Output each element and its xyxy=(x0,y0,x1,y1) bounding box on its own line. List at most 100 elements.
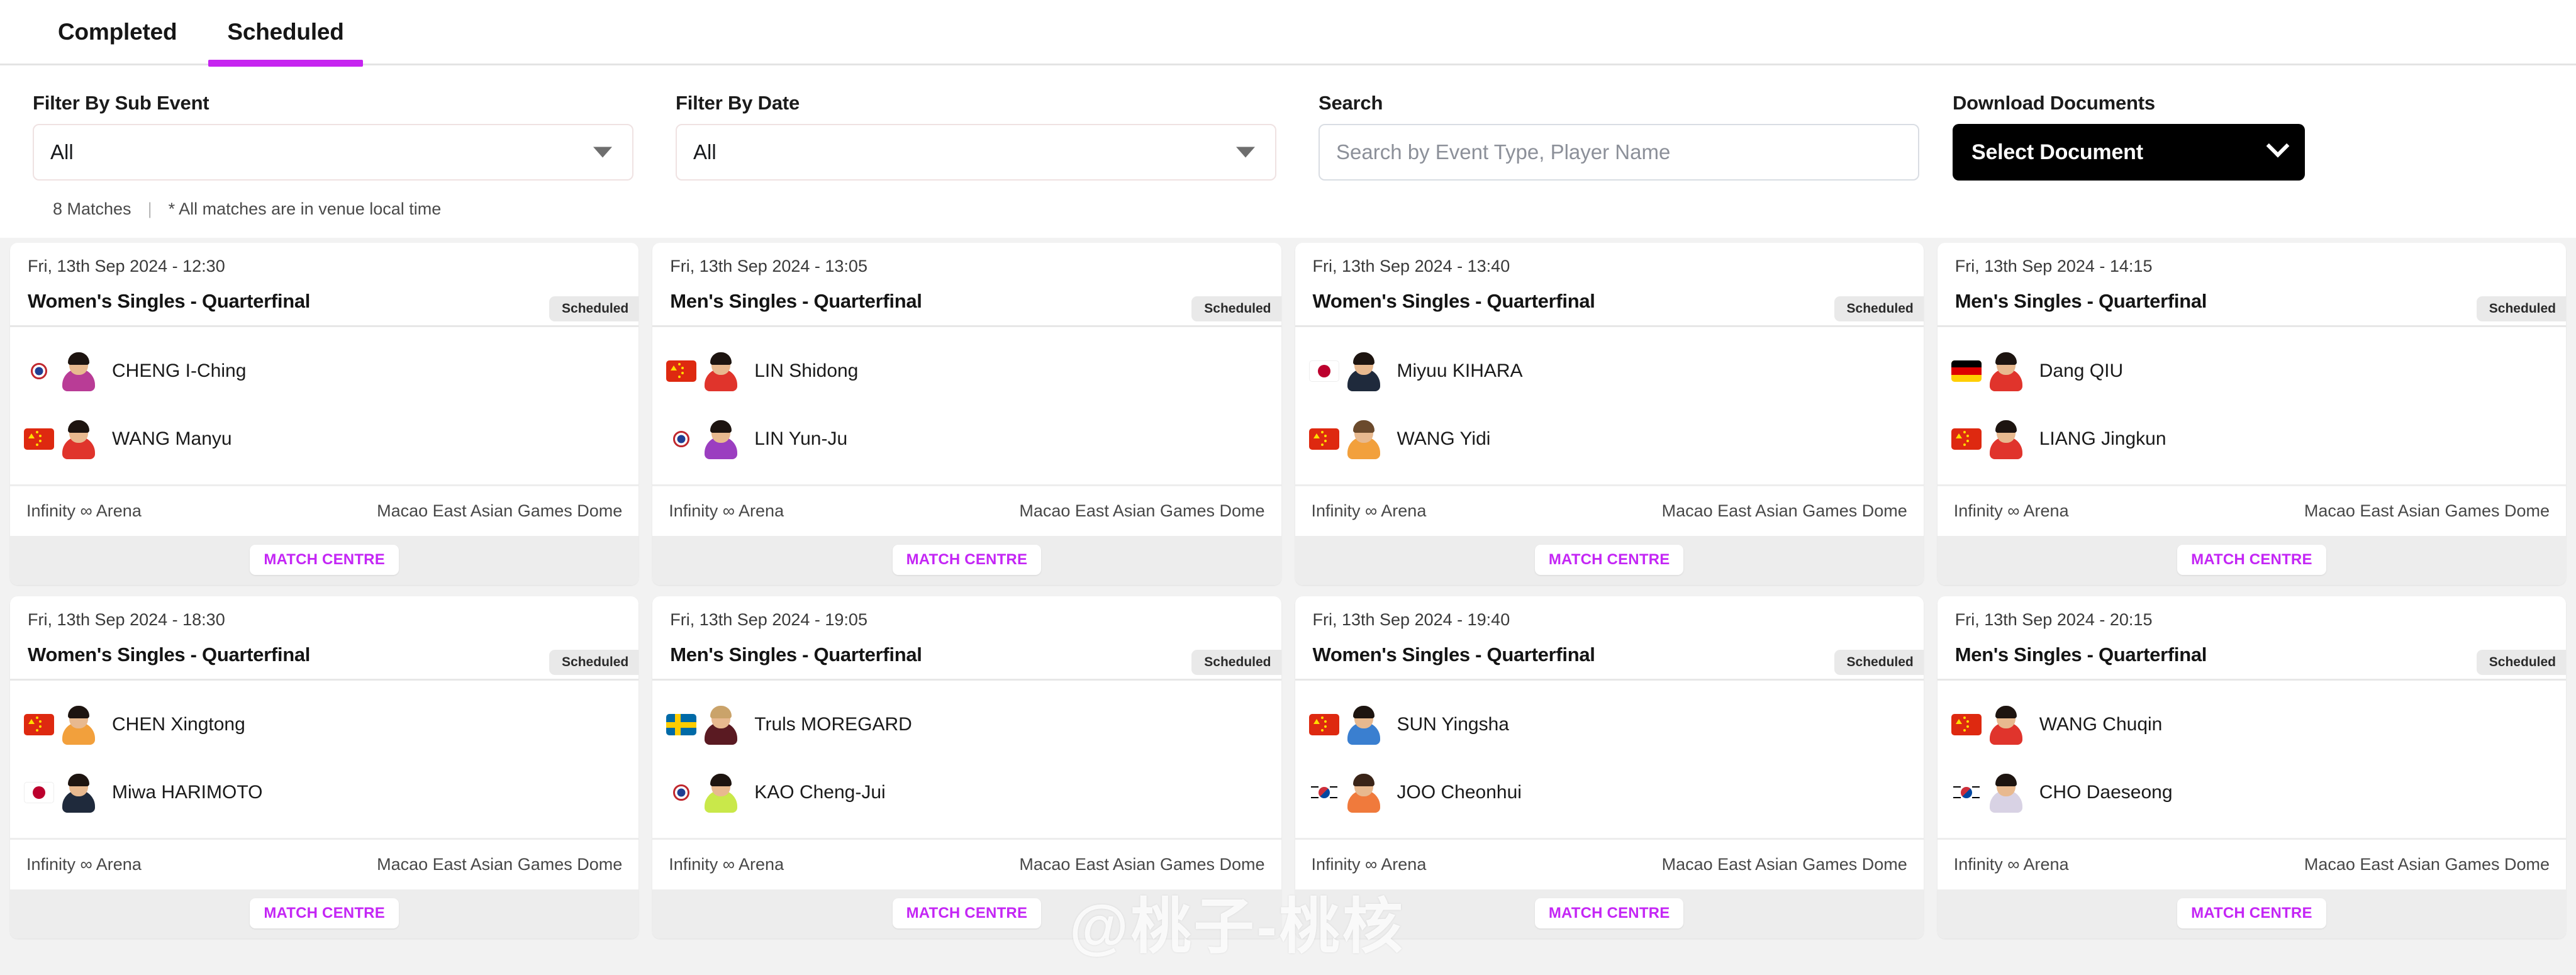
tab-completed[interactable]: Completed xyxy=(33,0,202,65)
player-row[interactable]: Truls MOREGARD xyxy=(652,691,1281,759)
match-card-action-bar: MATCH CENTRE xyxy=(652,536,1281,585)
flag-icon-cn xyxy=(24,428,54,450)
player-name: Truls MOREGARD xyxy=(754,714,912,735)
match-card-footer: Infinity ∞ Arena Macao East Asian Games D… xyxy=(1295,486,1924,536)
player-avatar xyxy=(1346,351,1382,391)
player-avatar xyxy=(60,772,97,813)
match-event-title: Women's Singles - Quarterfinal xyxy=(1312,644,1595,666)
match-card-footer: Infinity ∞ Arena Macao East Asian Games D… xyxy=(1937,840,2566,889)
player-row[interactable]: JOO Cheonhui xyxy=(1295,759,1924,827)
venue-table: Infinity ∞ Arena xyxy=(1311,855,1427,874)
match-card[interactable]: Fri, 13th Sep 2024 - 13:40 Women's Single… xyxy=(1295,243,1924,585)
match-centre-button[interactable]: MATCH CENTRE xyxy=(2177,545,2326,575)
player-name: Miyuu KIHARA xyxy=(1397,360,1523,381)
match-card-action-bar: MATCH CENTRE xyxy=(1295,889,1924,939)
match-card[interactable]: Fri, 13th Sep 2024 - 19:40 Women's Single… xyxy=(1295,596,1924,939)
match-datetime: Fri, 13th Sep 2024 - 20:15 xyxy=(1954,610,2153,629)
match-card-header: Fri, 13th Sep 2024 - 13:05 Men's Singles … xyxy=(652,243,1281,321)
match-centre-button[interactable]: MATCH CENTRE xyxy=(250,545,399,575)
player-list: SUN Yingsha JOO Cheonhui xyxy=(1295,681,1924,838)
player-name: LIANG Jingkun xyxy=(2039,428,2166,449)
flag-icon-cn xyxy=(1308,714,1339,735)
status-badge: Scheduled xyxy=(549,650,639,675)
search-input[interactable]: Search by Event Type, Player Name xyxy=(1319,124,1919,181)
select-document-value: Select Document xyxy=(1971,140,2143,164)
search-placeholder: Search by Event Type, Player Name xyxy=(1336,140,1671,164)
flag-icon-tpe xyxy=(666,428,697,450)
match-event-title: Women's Singles - Quarterfinal xyxy=(28,644,311,666)
match-centre-button[interactable]: MATCH CENTRE xyxy=(892,545,1042,575)
match-card[interactable]: Fri, 13th Sep 2024 - 14:15 Men's Singles … xyxy=(1937,243,2566,585)
player-row[interactable]: WANG Yidi xyxy=(1295,405,1924,473)
match-datetime: Fri, 13th Sep 2024 - 14:15 xyxy=(1954,257,2153,276)
venue-name: Macao East Asian Games Dome xyxy=(1019,501,1265,520)
filter-date-label: Filter By Date xyxy=(676,92,800,114)
tab-scheduled[interactable]: Scheduled xyxy=(202,0,369,67)
select-document-button[interactable]: Select Document xyxy=(1953,124,2305,181)
player-avatar xyxy=(703,419,739,459)
match-card[interactable]: Fri, 13th Sep 2024 - 13:05 Men's Singles … xyxy=(652,243,1281,585)
tab-bar: Completed Scheduled xyxy=(0,0,2576,67)
player-row[interactable]: WANG Chuqin xyxy=(1938,691,2566,759)
match-card[interactable]: Fri, 13th Sep 2024 - 18:30 Women's Single… xyxy=(10,596,639,939)
match-event-title: Men's Singles - Quarterfinal xyxy=(1954,644,2207,666)
player-avatar xyxy=(1988,419,2024,459)
match-card-action-bar: MATCH CENTRE xyxy=(1295,536,1924,585)
match-datetime: Fri, 13th Sep 2024 - 19:05 xyxy=(670,610,867,629)
chevron-down-icon xyxy=(593,147,612,158)
player-avatar xyxy=(60,419,97,459)
venue-name: Macao East Asian Games Dome xyxy=(2304,501,2550,520)
flag-icon-tpe xyxy=(24,360,54,382)
player-row[interactable]: SUN Yingsha xyxy=(1295,691,1924,759)
player-row[interactable]: WANG Manyu xyxy=(10,405,638,473)
chevron-down-icon xyxy=(1236,147,1255,158)
player-row[interactable]: LIN Yun-Ju xyxy=(652,405,1281,473)
player-row[interactable]: KAO Cheng-Jui xyxy=(652,759,1281,827)
filter-date-select[interactable]: All xyxy=(676,124,1276,181)
player-row[interactable]: CHO Daeseong xyxy=(1938,759,2566,827)
match-card[interactable]: Fri, 13th Sep 2024 - 19:05 Men's Singles … xyxy=(652,596,1281,939)
player-row[interactable]: Miyuu KIHARA xyxy=(1295,337,1924,405)
match-card[interactable]: Fri, 13th Sep 2024 - 20:15 Men's Singles … xyxy=(1937,596,2566,939)
player-avatar xyxy=(1988,351,2024,391)
player-list: Truls MOREGARD KAO Cheng-Jui xyxy=(652,681,1281,838)
status-badge: Scheduled xyxy=(1834,650,1924,675)
filter-sub-event-select[interactable]: All xyxy=(33,124,633,181)
match-centre-button[interactable]: MATCH CENTRE xyxy=(1534,545,1684,575)
flag-icon-se xyxy=(666,714,697,735)
match-card-header: Fri, 13th Sep 2024 - 12:30 Women's Single… xyxy=(10,243,639,321)
match-card-action-bar: MATCH CENTRE xyxy=(10,889,639,939)
match-card-footer: Infinity ∞ Arena Macao East Asian Games D… xyxy=(652,486,1281,536)
venue-name: Macao East Asian Games Dome xyxy=(377,855,623,874)
player-avatar xyxy=(1346,772,1382,813)
match-centre-button[interactable]: MATCH CENTRE xyxy=(1534,898,1684,928)
match-datetime: Fri, 13th Sep 2024 - 13:40 xyxy=(1312,257,1510,276)
match-centre-button[interactable]: MATCH CENTRE xyxy=(892,898,1042,928)
filter-date-value: All xyxy=(693,140,716,164)
player-row[interactable]: CHENG I-Ching xyxy=(10,337,638,405)
player-row[interactable]: Dang QIU xyxy=(1938,337,2566,405)
player-row[interactable]: LIN Shidong xyxy=(652,337,1281,405)
match-centre-button[interactable]: MATCH CENTRE xyxy=(2177,898,2326,928)
player-row[interactable]: Miwa HARIMOTO xyxy=(10,759,638,827)
flag-icon-kr xyxy=(1951,782,1982,803)
match-card-footer: Infinity ∞ Arena Macao East Asian Games D… xyxy=(1295,840,1924,889)
player-name: Miwa HARIMOTO xyxy=(112,782,263,803)
player-list: Miyuu KIHARA WANG Yidi xyxy=(1295,327,1924,484)
match-card[interactable]: Fri, 13th Sep 2024 - 12:30 Women's Single… xyxy=(10,243,639,585)
flag-icon-kr xyxy=(1308,782,1339,803)
player-list: Dang QIU LIANG Jingkun xyxy=(1938,327,2566,484)
match-centre-button[interactable]: MATCH CENTRE xyxy=(250,898,399,928)
match-card-footer: Infinity ∞ Arena Macao East Asian Games D… xyxy=(1937,486,2566,536)
match-card-footer: Infinity ∞ Arena Macao East Asian Games D… xyxy=(10,840,639,889)
status-badge: Scheduled xyxy=(1191,650,1281,675)
match-card-footer: Infinity ∞ Arena Macao East Asian Games D… xyxy=(10,486,639,536)
player-row[interactable]: CHEN Xingtong xyxy=(10,691,638,759)
player-avatar xyxy=(1346,419,1382,459)
tab-active-underline xyxy=(208,59,363,67)
match-card-footer: Infinity ∞ Arena Macao East Asian Games D… xyxy=(652,840,1281,889)
player-name: WANG Yidi xyxy=(1397,428,1491,449)
player-row[interactable]: LIANG Jingkun xyxy=(1938,405,2566,473)
tab-active-underline xyxy=(39,60,196,67)
match-event-title: Men's Singles - Quarterfinal xyxy=(670,290,922,312)
